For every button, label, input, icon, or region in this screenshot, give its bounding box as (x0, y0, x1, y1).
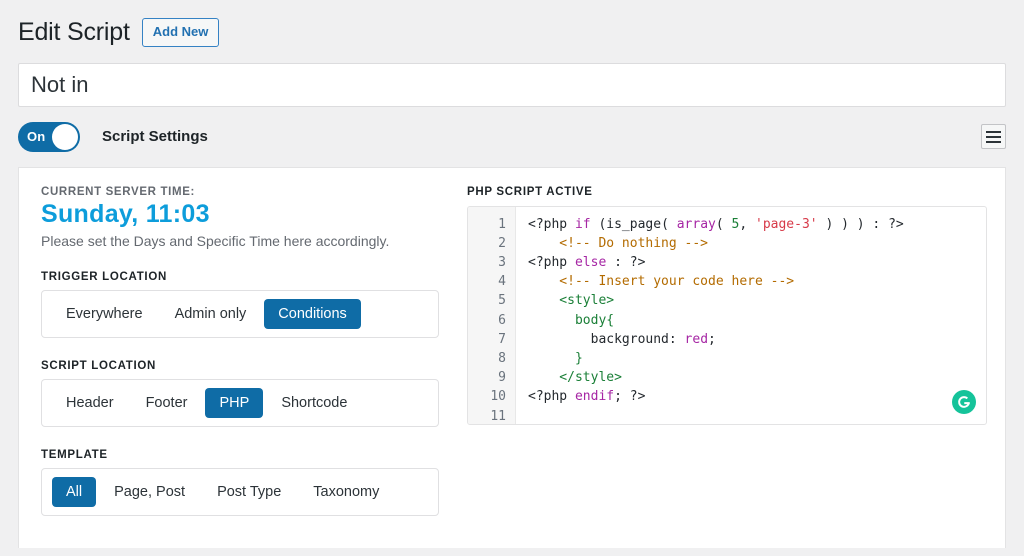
group-label-trigger-location: TRIGGER LOCATION (41, 270, 167, 283)
server-time-label: CURRENT SERVER TIME: (41, 185, 195, 198)
menu-bar-2 (986, 135, 1001, 138)
toggle-state-label: On (27, 129, 46, 144)
code-token: ; ?> (614, 389, 646, 405)
server-time-hint: Please set the Days and Specific Time he… (41, 232, 390, 249)
add-new-button[interactable]: Add New (141, 17, 220, 47)
line-number: 2 (498, 235, 506, 251)
script-title-input[interactable] (19, 71, 1005, 98)
code-token: <!-- Do nothing --> (528, 235, 709, 251)
page-header: Edit Script Add New (0, 0, 1024, 59)
option-template-all[interactable]: All (52, 476, 97, 507)
code-token: </style> (528, 370, 622, 386)
code-token: <style> (528, 293, 615, 309)
script-settings-panel: CURRENT SERVER TIME: Sunday, 11:03 Pleas… (18, 166, 1006, 548)
code-token: endif (574, 389, 615, 405)
php-code-editor[interactable]: 1 2 3 4 5 6 7 8 9 10 11 <?php if (is_page( array( … (467, 205, 987, 425)
group-label-script-location: SCRIPT LOCATION (41, 359, 157, 372)
option-script-location-php[interactable]: PHP (205, 387, 264, 418)
option-trigger-location-admin-only[interactable]: Admin only (161, 299, 261, 329)
code-token: <?php (528, 254, 575, 270)
option-script-location-shortcode[interactable]: Shortcode (267, 388, 361, 418)
line-number: 5 (498, 293, 506, 309)
code-line: } (528, 349, 986, 368)
option-trigger-location-everywhere[interactable]: Everywhere (52, 299, 157, 329)
option-trigger-location-conditions[interactable]: Conditions (264, 298, 361, 329)
code-editor-header: PHP SCRIPT ACTIVE (467, 185, 593, 198)
code-line: background: red; (528, 330, 986, 349)
option-row-template: All Page, Post Post Type Taxonomy (41, 467, 439, 516)
code-token: <!-- Insert your code here --> (528, 274, 795, 290)
line-number: 1 (498, 216, 506, 232)
code-token: : ?> (606, 254, 646, 270)
code-token: , (739, 216, 755, 232)
option-template-taxonomy[interactable]: Taxonomy (299, 477, 393, 507)
group-label-template: TEMPLATE (41, 448, 108, 461)
line-number: 8 (498, 350, 506, 366)
menu-bar-1 (986, 130, 1001, 133)
code-line: body{ (528, 311, 986, 330)
hamburger-menu-icon[interactable] (981, 124, 1006, 149)
option-script-location-header[interactable]: Header (52, 388, 128, 418)
code-token: else (574, 254, 607, 270)
line-number: 11 (490, 408, 506, 424)
code-token: (is_page( (590, 216, 677, 232)
code-token: background: (528, 331, 685, 347)
code-token: ) ) ) : ?> (817, 216, 904, 232)
code-line: <!-- Insert your code here --> (528, 272, 986, 291)
option-groups: TRIGGER LOCATION Everywhere Admin only Cond… (41, 271, 439, 516)
code-line: <!-- Do nothing --> (528, 234, 986, 253)
option-template-post-type[interactable]: Post Type (203, 477, 295, 507)
code-line: <?php endif; ?> (528, 387, 986, 406)
option-template-page-post[interactable]: Page, Post (100, 477, 199, 507)
script-enabled-toggle[interactable]: On (18, 121, 80, 152)
server-time-value: Sunday, 11:03 (41, 199, 210, 228)
code-token: ( (715, 216, 732, 232)
grammarly-icon[interactable] (952, 389, 976, 414)
code-line: <style> (528, 291, 986, 310)
code-token: red (684, 331, 709, 347)
line-number: 3 (498, 254, 506, 270)
settings-left-column: CURRENT SERVER TIME: Sunday, 11:03 Pleas… (19, 168, 459, 548)
code-line: </style> (528, 368, 986, 387)
settings-right-column: PHP SCRIPT ACTIVE 1 2 3 4 5 6 7 8 9 10 11 <?php if… (459, 168, 1005, 548)
code-token: <?php (528, 216, 575, 232)
code-line: <?php if (is_page( array( 5, 'page-3' ) … (528, 215, 986, 234)
line-number: 6 (498, 312, 506, 328)
menu-bar-3 (986, 140, 1001, 143)
code-line-numbers: 1 2 3 4 5 6 7 8 9 10 11 (468, 206, 516, 424)
script-title-field[interactable] (18, 62, 1006, 107)
code-token: } (528, 350, 583, 366)
line-number: 9 (498, 370, 506, 386)
option-row-trigger-location: Everywhere Admin only Conditions (41, 289, 439, 338)
toggle-knob (52, 123, 78, 150)
option-script-location-footer[interactable]: Footer (132, 388, 202, 418)
code-token: array (676, 216, 716, 232)
code-token: if (574, 216, 591, 232)
code-content[interactable]: <?php if (is_page( array( 5, 'page-3' ) … (516, 207, 986, 424)
script-settings-title: Script Settings (102, 128, 208, 145)
code-token: <?php (528, 389, 575, 405)
line-number: 7 (498, 331, 506, 347)
option-row-script-location: Header Footer PHP Shortcode (41, 378, 439, 427)
code-token: body{ (528, 312, 615, 328)
code-token: ; (708, 331, 716, 347)
code-token: 'page-3' (755, 216, 818, 232)
line-number: 10 (490, 389, 506, 405)
line-number: 4 (498, 274, 506, 290)
script-settings-bar: On Script Settings (0, 106, 1024, 167)
code-line: <?php else : ?> (528, 253, 986, 272)
page-title: Edit Script (18, 18, 130, 46)
